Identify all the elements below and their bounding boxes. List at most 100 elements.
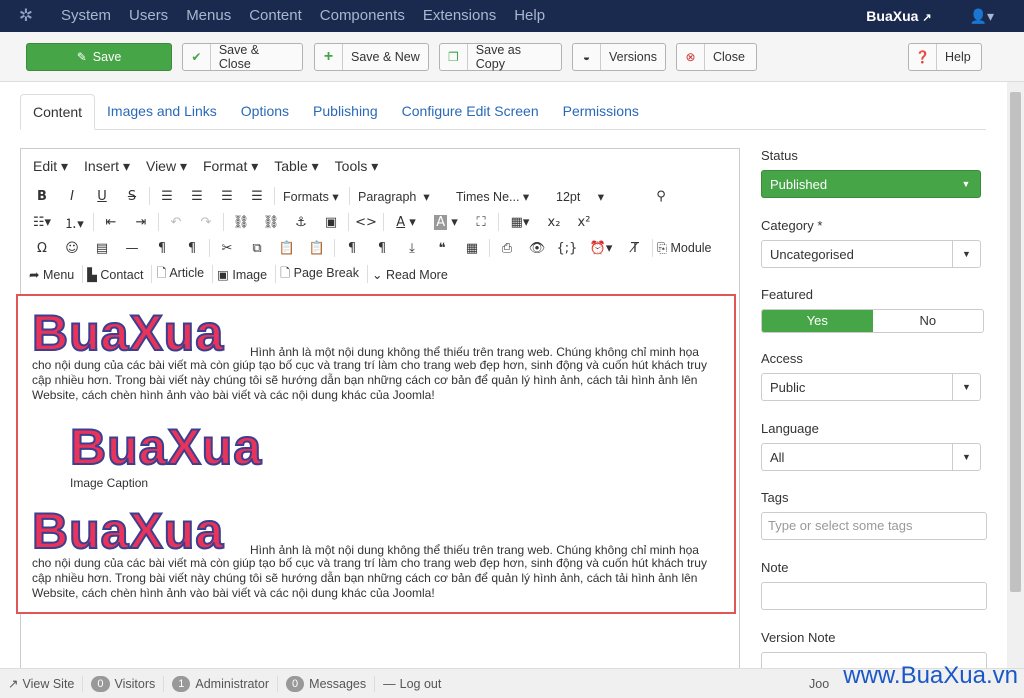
font-size-dropdown[interactable]: 12pt ▾ <box>550 189 646 204</box>
buaxua-image-2[interactable]: BuaXua <box>69 421 262 473</box>
underline-icon[interactable]: U <box>87 189 117 204</box>
cut-icon[interactable]: ✂ <box>212 241 242 256</box>
help-button[interactable]: ❓ Help <box>908 43 982 71</box>
subscript-icon[interactable]: x₂ <box>539 215 569 230</box>
save-copy-button[interactable]: ❐ Save as Copy <box>439 43 562 71</box>
formats-dropdown[interactable]: Formats ▾ <box>277 189 347 204</box>
link-icon[interactable]: ⛓ <box>226 215 256 230</box>
tags-input[interactable]: Type or select some tags <box>761 512 987 540</box>
menu-menus[interactable]: Menus <box>177 0 240 32</box>
preview-icon[interactable]: 👁 <box>522 241 552 256</box>
redo-icon[interactable]: ↷ <box>191 215 221 230</box>
page-scrollbar[interactable] <box>1007 82 1024 668</box>
table-icon[interactable]: ▦▾ <box>501 215 539 230</box>
editor-menu-table[interactable]: Table ▾ <box>266 158 326 175</box>
blockquote-icon[interactable]: ❝ <box>427 241 457 256</box>
menu-xtd-button[interactable]: ➦ Menu <box>27 267 80 282</box>
align-right-icon[interactable]: ☰ <box>212 189 242 204</box>
buaxua-image-3[interactable]: BuaXua <box>31 505 248 557</box>
menu-extensions[interactable]: Extensions <box>414 0 505 32</box>
insert-date-icon[interactable]: ⤓ <box>397 241 427 256</box>
text-color-icon[interactable]: A ▾ <box>386 215 426 230</box>
editor-content-area[interactable]: BuaXua Hình ảnh là một nội dung không th… <box>16 294 736 614</box>
align-left-icon[interactable]: ☰ <box>152 189 182 204</box>
media-icon[interactable]: ▤ <box>87 241 117 256</box>
menu-components[interactable]: Components <box>311 0 414 32</box>
logout-link[interactable]: — Log out <box>375 676 449 692</box>
visual-blocks-icon[interactable]: ¶ <box>367 241 397 256</box>
tab-permissions[interactable]: Permissions <box>551 94 651 129</box>
background-color-icon[interactable]: A ▾ <box>426 214 466 230</box>
editor-menu-view[interactable]: View ▾ <box>138 158 195 175</box>
outdent-icon[interactable]: ⇤ <box>96 215 126 230</box>
emoticon-icon[interactable]: ☺ <box>57 241 87 256</box>
save-close-button[interactable]: ✔ Save & Close <box>182 43 303 71</box>
article-xtd-button[interactable]: 🗋 Article <box>154 264 210 285</box>
versions-button[interactable]: ◒ Versions <box>572 43 666 71</box>
fullscreen-icon[interactable]: ⛶ <box>466 215 496 230</box>
save-new-button[interactable]: + Save & New <box>314 43 429 71</box>
visitors-link[interactable]: 0 Visitors <box>83 675 165 692</box>
contact-xtd-button[interactable]: ▙ Contact <box>85 267 149 282</box>
joomla-logo-icon[interactable]: ✲ <box>0 6 52 26</box>
indent-icon[interactable]: ⇥ <box>126 215 156 230</box>
language-select[interactable]: All ▼ <box>761 443 981 471</box>
unlink-icon[interactable]: ⛓ <box>256 215 286 230</box>
menu-users[interactable]: Users <box>120 0 177 32</box>
editor-menu-insert[interactable]: Insert ▾ <box>76 158 138 175</box>
editor-menu-tools[interactable]: Tools ▾ <box>327 158 387 175</box>
code-icon[interactable]: <> <box>351 215 381 230</box>
user-menu-icon[interactable]: 👤▾ <box>970 8 994 25</box>
menu-content[interactable]: Content <box>240 0 311 32</box>
scrollbar-thumb[interactable] <box>1010 92 1021 592</box>
close-button[interactable]: ⊗ Close <box>676 43 757 71</box>
paste-text-icon[interactable]: 📋 <box>302 241 332 256</box>
bold-icon[interactable]: B <box>27 189 57 204</box>
image-icon[interactable]: ▣ <box>316 215 346 230</box>
anchor-icon[interactable]: ⚓ <box>286 215 316 230</box>
image-xtd-button[interactable]: ▣ Image <box>215 267 273 282</box>
site-name-link[interactable]: BuaXua ↗ <box>866 8 931 24</box>
category-select[interactable]: Uncategorised ▼ <box>761 240 981 268</box>
featured-yes-button[interactable]: Yes <box>762 310 873 332</box>
ltr-icon[interactable]: ¶ <box>147 241 177 256</box>
tab-images-links[interactable]: Images and Links <box>95 94 229 129</box>
special-char-icon[interactable]: Ω <box>27 241 57 256</box>
tab-options[interactable]: Options <box>229 94 301 129</box>
rtl-icon[interactable]: ¶ <box>177 241 207 256</box>
module-button[interactable]: ⎘ Module <box>655 241 718 256</box>
align-justify-icon[interactable]: ☰ <box>242 189 272 204</box>
template-icon[interactable]: ▦ <box>457 241 487 256</box>
tab-publishing[interactable]: Publishing <box>301 94 390 129</box>
menu-system[interactable]: System <box>52 0 120 32</box>
status-select[interactable]: Published ▼ <box>761 170 981 198</box>
copy-icon[interactable]: ⧉ <box>242 241 272 256</box>
editor-menu-format[interactable]: Format ▾ <box>195 158 266 175</box>
paste-icon[interactable]: 📋 <box>272 241 302 256</box>
undo-icon[interactable]: ↶ <box>161 215 191 230</box>
superscript-icon[interactable]: x² <box>569 215 599 230</box>
tab-configure-edit-screen[interactable]: Configure Edit Screen <box>390 94 551 129</box>
bullet-list-icon[interactable]: ☷▾ <box>27 215 57 230</box>
visual-chars-icon[interactable]: ¶ <box>337 241 367 256</box>
messages-link[interactable]: 0 Messages <box>278 675 376 692</box>
clock-icon[interactable]: ⏰▾ <box>582 241 620 256</box>
numbered-list-icon[interactable]: ⒈▾ <box>57 213 91 232</box>
featured-no-button[interactable]: No <box>873 310 984 332</box>
readmore-xtd-button[interactable]: ⌄ Read More <box>370 267 454 282</box>
code-sample-icon[interactable]: {;} <box>552 241 582 256</box>
save-button[interactable]: ✎ Save <box>26 43 172 71</box>
find-replace-icon[interactable]: ⚲ <box>646 189 676 204</box>
print-icon[interactable]: ⎙ <box>492 241 522 256</box>
clear-formatting-icon[interactable]: T̸ <box>620 241 650 256</box>
italic-icon[interactable]: I <box>57 189 87 204</box>
font-family-dropdown[interactable]: Times Ne... ▾ <box>450 189 550 204</box>
horizontal-rule-icon[interactable]: — <box>117 241 147 256</box>
tab-content[interactable]: Content <box>20 94 96 130</box>
access-select[interactable]: Public ▼ <box>761 373 981 401</box>
menu-help[interactable]: Help <box>505 0 554 32</box>
note-input[interactable] <box>761 582 987 610</box>
paragraph-dropdown[interactable]: Paragraph ▾ <box>352 189 450 204</box>
administrator-link[interactable]: 1 Administrator <box>164 675 279 692</box>
strikethrough-icon[interactable]: S <box>117 189 147 204</box>
